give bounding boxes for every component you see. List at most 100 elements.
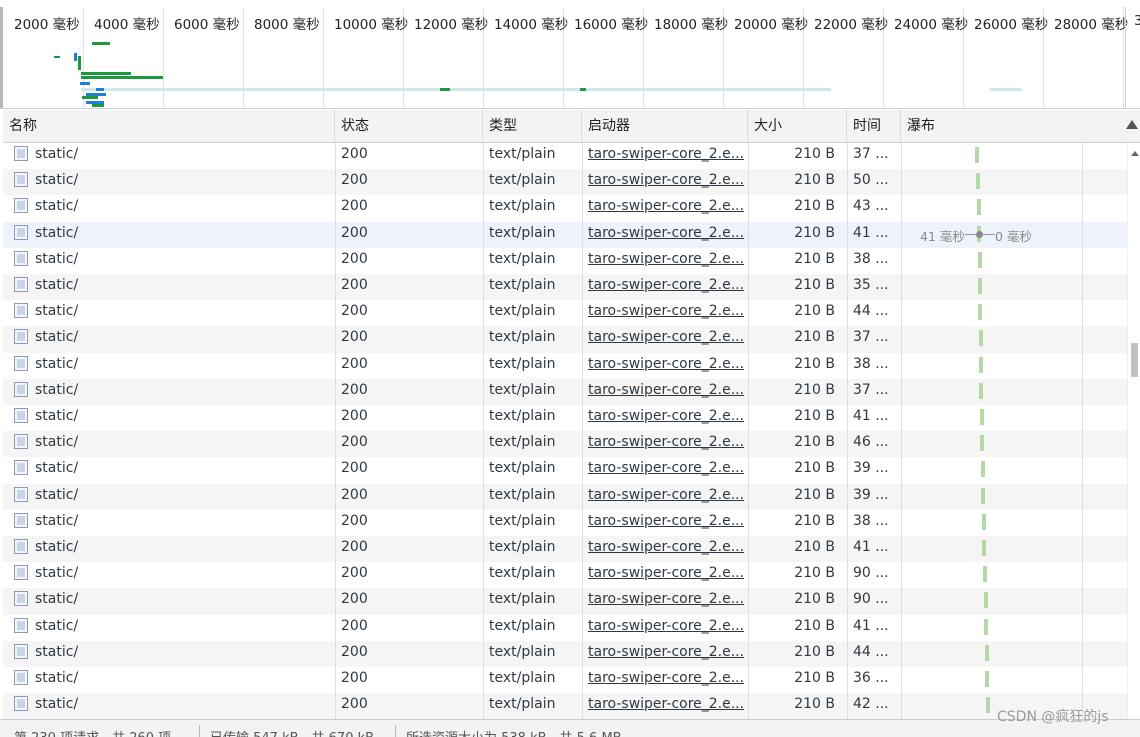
waterfall-bar[interactable] bbox=[981, 487, 985, 504]
column-header-type[interactable]: 类型 bbox=[483, 110, 582, 143]
request-name[interactable]: static/ bbox=[3, 300, 335, 326]
waterfall-bar[interactable] bbox=[985, 644, 989, 661]
request-name[interactable]: static/ bbox=[3, 562, 335, 588]
table-row[interactable]: static/200 text/plain taro-swiper-core_2.e… bbox=[3, 483, 1127, 510]
waterfall-bar[interactable] bbox=[980, 409, 984, 425]
table-row[interactable]: static/200 text/plain taro-swiper-core_2.e… bbox=[3, 457, 1127, 483]
waterfall-bar[interactable] bbox=[979, 330, 983, 347]
waterfall-bar[interactable] bbox=[976, 173, 980, 190]
column-header-time[interactable]: 时间 bbox=[847, 110, 901, 143]
request-initiator-link[interactable]: taro-swiper-core_2.e... bbox=[582, 248, 748, 274]
request-initiator-link[interactable]: taro-swiper-core_2.e... bbox=[582, 667, 748, 693]
waterfall-bar[interactable] bbox=[986, 697, 990, 714]
table-row[interactable]: static/200 text/plain taro-swiper-core_2.e… bbox=[3, 378, 1127, 405]
request-name[interactable]: static/ bbox=[3, 615, 335, 641]
request-name[interactable]: static/ bbox=[3, 431, 335, 457]
waterfall-bar[interactable] bbox=[978, 251, 982, 268]
table-row[interactable]: static/200 text/plain taro-swiper-core_2.e… bbox=[3, 195, 1127, 221]
request-name[interactable]: static/ bbox=[3, 326, 335, 352]
waterfall-bar[interactable] bbox=[982, 513, 986, 530]
table-row[interactable]: static/200 text/plain taro-swiper-core_2.e… bbox=[3, 326, 1127, 353]
waterfall-bar[interactable] bbox=[982, 540, 986, 556]
request-name[interactable]: static/ bbox=[3, 222, 335, 248]
request-initiator-link[interactable]: taro-swiper-core_2.e... bbox=[582, 300, 748, 326]
request-initiator-link[interactable]: taro-swiper-core_2.e... bbox=[582, 484, 748, 510]
request-name[interactable]: static/ bbox=[3, 379, 335, 405]
request-initiator-link[interactable]: taro-swiper-core_2.e... bbox=[582, 431, 748, 457]
table-row[interactable]: static/200 text/plain taro-swiper-core_2.e… bbox=[3, 431, 1127, 458]
column-header-status[interactable]: 状态 bbox=[335, 110, 483, 143]
request-name[interactable]: static/ bbox=[3, 641, 335, 667]
request-initiator-link[interactable]: taro-swiper-core_2.e... bbox=[582, 588, 748, 614]
request-name[interactable]: static/ bbox=[3, 667, 335, 693]
request-initiator-link[interactable]: taro-swiper-core_2.e... bbox=[582, 326, 748, 352]
table-row[interactable]: static/200 text/plain taro-swiper-core_2.e… bbox=[3, 510, 1127, 536]
table-row[interactable]: static/200 text/plain taro-swiper-core_2.e… bbox=[3, 667, 1127, 693]
request-name[interactable]: static/ bbox=[3, 693, 335, 719]
waterfall-bar[interactable] bbox=[981, 461, 985, 478]
request-name[interactable]: static/ bbox=[3, 195, 335, 221]
request-initiator-link[interactable]: taro-swiper-core_2.e... bbox=[582, 536, 748, 562]
request-name[interactable]: static/ bbox=[3, 169, 335, 195]
request-initiator-link[interactable]: taro-swiper-core_2.e... bbox=[582, 510, 748, 536]
waterfall-bar[interactable] bbox=[980, 435, 984, 452]
waterfall-bar[interactable] bbox=[984, 592, 988, 609]
request-initiator-link[interactable]: taro-swiper-core_2.e... bbox=[582, 641, 748, 667]
scrollbar-thumb[interactable] bbox=[1131, 343, 1138, 377]
request-name[interactable]: static/ bbox=[3, 353, 335, 379]
request-initiator-link[interactable]: taro-swiper-core_2.e... bbox=[582, 405, 748, 431]
request-initiator-link[interactable]: taro-swiper-core_2.e... bbox=[582, 274, 748, 300]
request-name[interactable]: static/ bbox=[3, 457, 335, 483]
vertical-scrollbar[interactable] bbox=[1127, 143, 1140, 719]
overview-left-handle[interactable] bbox=[0, 7, 3, 108]
sort-ascending-icon[interactable] bbox=[1126, 120, 1138, 129]
request-initiator-link[interactable]: taro-swiper-core_2.e... bbox=[582, 169, 748, 195]
waterfall-bar[interactable] bbox=[984, 618, 988, 635]
request-initiator-link[interactable]: taro-swiper-core_2.e... bbox=[582, 143, 748, 169]
table-row[interactable]: static/200 text/plain taro-swiper-core_2.e… bbox=[3, 300, 1127, 326]
table-row[interactable]: static/200 text/plain taro-swiper-core_2.e… bbox=[3, 274, 1127, 301]
table-row[interactable]: static/200 text/plain taro-swiper-core_2.e… bbox=[3, 405, 1127, 431]
request-initiator-link[interactable]: taro-swiper-core_2.e... bbox=[582, 222, 748, 248]
request-name[interactable]: static/ bbox=[3, 588, 335, 614]
scroll-up-arrow-icon[interactable] bbox=[1131, 151, 1139, 156]
table-row[interactable]: static/200 text/plain taro-swiper-core_2.e… bbox=[3, 248, 1127, 274]
waterfall-bar[interactable] bbox=[983, 566, 987, 583]
column-header-size[interactable]: 大小 bbox=[748, 110, 847, 143]
waterfall-bar[interactable] bbox=[978, 278, 982, 294]
waterfall-bar[interactable] bbox=[985, 671, 989, 687]
request-name[interactable]: static/ bbox=[3, 510, 335, 536]
request-initiator-link[interactable]: taro-swiper-core_2.e... bbox=[582, 615, 748, 641]
table-row[interactable]: static/200 text/plain taro-swiper-core_2.e… bbox=[3, 221, 1127, 248]
request-name[interactable]: static/ bbox=[3, 536, 335, 562]
request-name[interactable]: static/ bbox=[3, 143, 335, 169]
request-initiator-link[interactable]: taro-swiper-core_2.e... bbox=[582, 693, 748, 719]
request-initiator-link[interactable]: taro-swiper-core_2.e... bbox=[582, 195, 748, 221]
column-header-waterfall[interactable]: 瀑布 bbox=[901, 110, 1140, 143]
column-header-initiator[interactable]: 启动器 bbox=[582, 110, 748, 143]
request-name[interactable]: static/ bbox=[3, 484, 335, 510]
request-initiator-link[interactable]: taro-swiper-core_2.e... bbox=[582, 562, 748, 588]
table-row[interactable]: static/200 text/plain taro-swiper-core_2.e… bbox=[3, 640, 1127, 667]
request-name[interactable]: static/ bbox=[3, 274, 335, 300]
table-row[interactable]: static/200 text/plain taro-swiper-core_2.e… bbox=[3, 693, 1127, 719]
waterfall-bar[interactable] bbox=[979, 356, 983, 373]
request-initiator-link[interactable]: taro-swiper-core_2.e... bbox=[582, 379, 748, 405]
waterfall-bar[interactable] bbox=[979, 382, 983, 399]
request-initiator-link[interactable]: taro-swiper-core_2.e... bbox=[582, 353, 748, 379]
table-row[interactable]: static/200 text/plain taro-swiper-core_2.e… bbox=[3, 169, 1127, 196]
table-row[interactable]: static/200 text/plain taro-swiper-core_2.e… bbox=[3, 353, 1127, 379]
request-initiator-link[interactable]: taro-swiper-core_2.e... bbox=[582, 457, 748, 483]
table-row[interactable]: static/200 text/plain taro-swiper-core_2.e… bbox=[3, 588, 1127, 615]
column-header-name[interactable]: 名称 bbox=[3, 110, 335, 143]
table-row[interactable]: static/200 text/plain taro-swiper-core_2.e… bbox=[3, 562, 1127, 588]
request-name[interactable]: static/ bbox=[3, 248, 335, 274]
table-row[interactable]: static/200 text/plain taro-swiper-core_2.e… bbox=[3, 615, 1127, 641]
waterfall-bar[interactable] bbox=[978, 304, 982, 321]
request-name[interactable]: static/ bbox=[3, 405, 335, 431]
table-row[interactable]: static/200 text/plain taro-swiper-core_2.e… bbox=[3, 143, 1127, 169]
table-row[interactable]: static/200 text/plain taro-swiper-core_2.e… bbox=[3, 536, 1127, 563]
waterfall-bar[interactable] bbox=[977, 199, 981, 216]
waterfall-bar[interactable] bbox=[975, 147, 979, 163]
network-overview[interactable]: 2000 毫秒 4000 毫秒 6000 毫秒 8000 毫秒 10000 毫秒 1200… bbox=[0, 0, 1140, 109]
